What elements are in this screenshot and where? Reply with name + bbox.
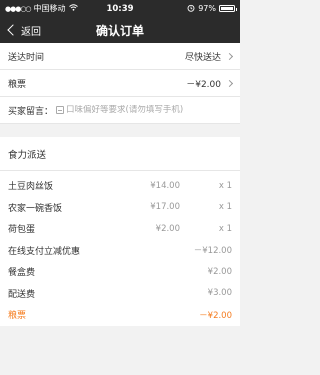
fee-amount: ¥2.00 (207, 266, 232, 277)
shop-card: 食力派送 土豆肉丝饭 ¥14.00 x 1 农家一碗香饭 ¥17.00 x 1 … (0, 137, 240, 326)
list-item: 农家一碗香饭 ¥17.00 x 1 (0, 197, 240, 219)
item-price: ¥2.00 (155, 223, 180, 234)
order-info-card: 送达时间 尽快送达 粮票 －¥2.00 买家留言： (0, 43, 240, 124)
back-button[interactable]: 返回 (0, 23, 41, 38)
battery-percent: 97% (198, 4, 216, 13)
item-name: 农家一碗香饭 (8, 203, 63, 214)
list-item: 土豆肉丝饭 ¥14.00 x 1 (0, 175, 240, 197)
list-item: 荷包蛋 ¥2.00 x 1 (0, 218, 240, 240)
item-name: 土豆肉丝饭 (8, 182, 54, 193)
fee-name: 餐盒费 (8, 268, 36, 279)
ticket-value: －¥2.00 (186, 79, 221, 90)
back-label: 返回 (21, 26, 41, 38)
item-qty: x 1 (218, 180, 232, 191)
item-name: 荷包蛋 (8, 225, 36, 236)
fee-row: 餐盒费 ¥2.00 (0, 261, 240, 283)
chevron-left-icon (7, 24, 19, 36)
ticket-label: 粮票 (8, 79, 27, 90)
item-qty: x 1 (218, 223, 232, 234)
fee-name: 在线支付立减优惠 (8, 246, 81, 257)
ticket-discount-amount: －¥2.00 (199, 310, 232, 321)
status-bar: ●●●○○ 中国移动 10:39 97% (0, 0, 240, 17)
item-price: ¥14.00 (150, 180, 180, 191)
ticket-discount-row: 粮票 －¥2.00 (0, 304, 240, 326)
shop-name: 食力派送 (0, 137, 240, 171)
battery-fill (221, 7, 233, 10)
buyer-note-input[interactable] (66, 105, 232, 115)
buyer-note-label: 买家留言： (8, 106, 54, 117)
fee-name: 配送费 (8, 289, 36, 300)
section-divider (0, 124, 240, 137)
delivery-time-row[interactable]: 送达时间 尽快送达 (0, 43, 240, 70)
delivery-time-label: 送达时间 (8, 52, 45, 63)
status-right: 97% (187, 4, 237, 14)
fee-row: 配送费 ¥3.00 (0, 283, 240, 305)
alarm-icon (187, 4, 195, 14)
ticket-discount-name: 粮票 (8, 311, 27, 322)
edit-icon (56, 106, 65, 114)
order-items: 土豆肉丝饭 ¥14.00 x 1 农家一碗香饭 ¥17.00 x 1 荷包蛋 ¥… (0, 171, 240, 326)
chevron-right-icon (225, 79, 234, 87)
chevron-right-icon (225, 52, 234, 60)
item-qty: x 1 (218, 202, 232, 213)
item-price: ¥17.00 (150, 202, 180, 213)
ticket-row[interactable]: 粮票 －¥2.00 (0, 70, 240, 97)
delivery-time-value: 尽快送达 (184, 52, 221, 63)
fee-row: 在线支付立减优惠 －¥12.00 (0, 240, 240, 262)
battery-icon (219, 5, 237, 12)
buyer-note-row: 买家留言： (0, 97, 240, 124)
fee-amount: －¥12.00 (193, 246, 232, 257)
fee-amount: ¥3.00 (207, 288, 232, 299)
nav-bar: 返回 确认订单 (0, 17, 240, 43)
